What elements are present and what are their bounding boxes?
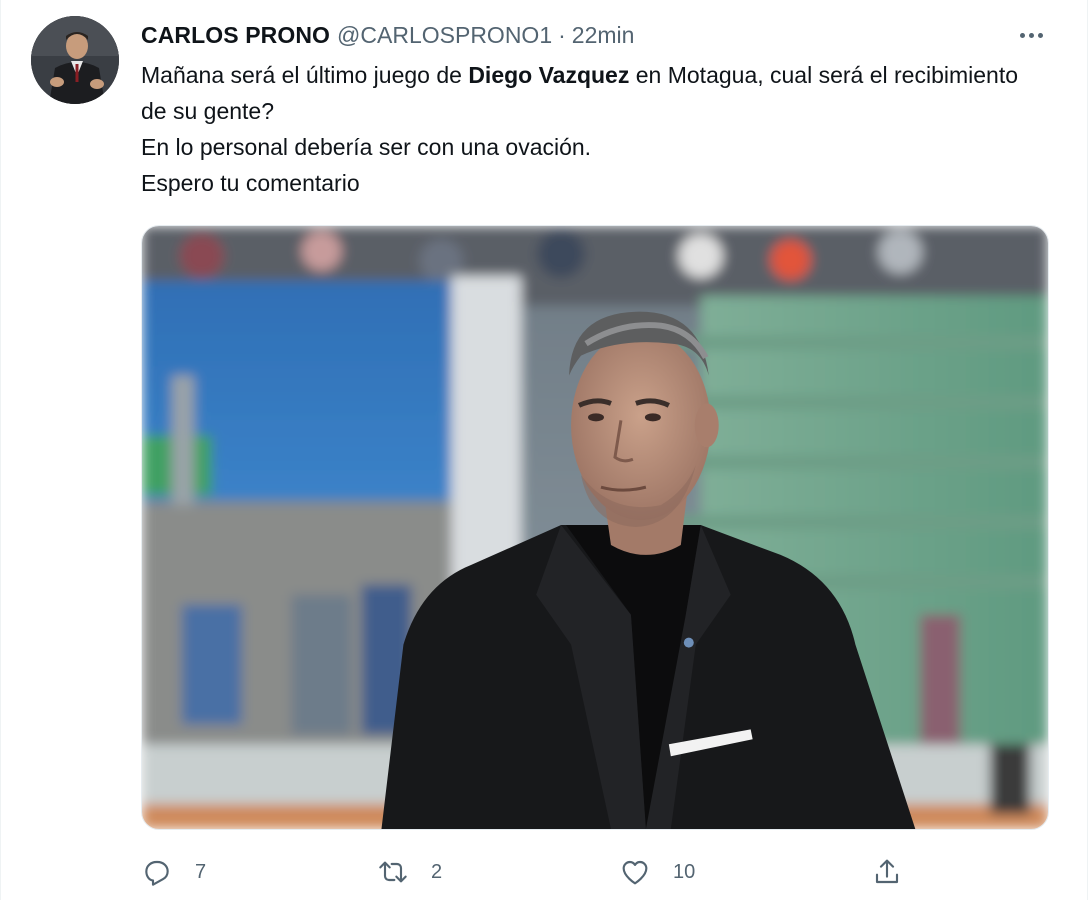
- tweet-actions-bar: 7 2 10: [141, 852, 911, 892]
- tweet-text-line-2: En lo personal debería ser con una ovaci…: [141, 134, 592, 160]
- author-display-name[interactable]: CARLOS PRONO: [141, 22, 330, 49]
- avatar[interactable]: [31, 16, 119, 104]
- tweet-media-photo[interactable]: [141, 225, 1049, 830]
- share-button[interactable]: [871, 852, 903, 892]
- avatar-photo: [31, 16, 119, 104]
- tweet-text: Mañana será el último juego de Diego Vaz…: [141, 57, 1041, 201]
- reply-icon: [145, 860, 169, 886]
- retweet-count: 2: [431, 860, 443, 883]
- tweet-bold-name: Diego Vazquez: [468, 62, 630, 88]
- heart-icon: [622, 860, 648, 885]
- more-horizontal-icon: [1019, 32, 1025, 38]
- retweet-icon: [379, 861, 407, 883]
- tweet-text-line-1: Mañana será el último juego de Diego Vaz…: [141, 62, 1019, 124]
- coach-photo: [142, 226, 1048, 829]
- tweet-header: CARLOS PRONO @CARLOSPRONO1 · 22min: [141, 18, 634, 52]
- tweet-card[interactable]: CARLOS PRONO @CARLOSPRONO1 · 22min Mañan…: [0, 0, 1088, 900]
- like-button[interactable]: 10: [619, 852, 695, 892]
- more-options-button[interactable]: [1013, 20, 1049, 50]
- tweet-timestamp[interactable]: 22min: [572, 22, 635, 49]
- tweet-text-line-3: Espero tu comentario: [141, 170, 360, 196]
- reply-count: 7: [195, 860, 207, 883]
- header-separator: ·: [558, 21, 566, 48]
- retweet-button[interactable]: 2: [377, 852, 442, 892]
- author-handle[interactable]: @CARLOSPRONO1: [337, 22, 552, 49]
- reply-button[interactable]: 7: [141, 852, 206, 892]
- like-count: 10: [673, 860, 696, 883]
- share-icon: [875, 859, 899, 884]
